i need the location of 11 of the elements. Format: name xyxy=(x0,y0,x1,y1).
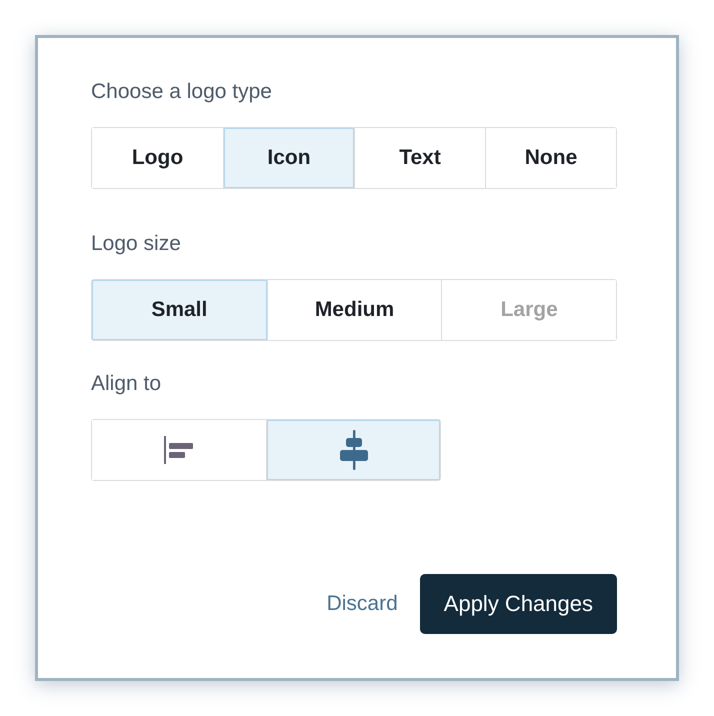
align-left-icon xyxy=(163,435,195,465)
align-center-icon xyxy=(338,430,368,470)
align-center-button[interactable] xyxy=(266,420,440,480)
segment-option[interactable]: Icon xyxy=(223,128,354,188)
section-label: Align to xyxy=(91,372,162,396)
segment-option[interactable]: Small xyxy=(92,280,267,340)
section-label: Logo size xyxy=(91,232,182,256)
segment-option[interactable]: None xyxy=(485,128,616,188)
apply-changes-button[interactable]: Apply Changes xyxy=(420,574,617,634)
discard-link[interactable]: Discard xyxy=(326,592,398,616)
section-label: Choose a logo type xyxy=(91,80,273,104)
